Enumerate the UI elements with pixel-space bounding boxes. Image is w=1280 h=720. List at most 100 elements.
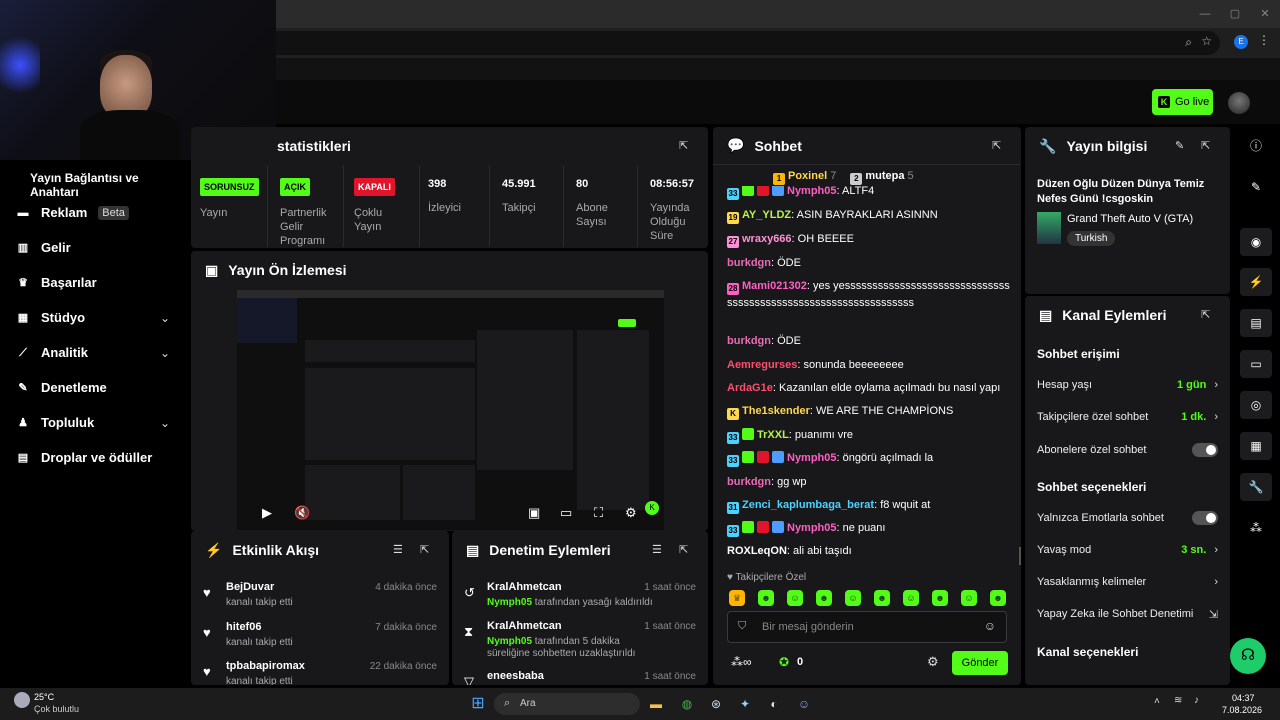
clock-date[interactable]: 7.08.2026 <box>1222 705 1262 715</box>
chat-username[interactable]: Nymph05 <box>787 186 837 197</box>
clock-time[interactable]: 04:37 <box>1232 693 1255 703</box>
popout-icon[interactable]: ⇱ <box>1201 139 1210 152</box>
layout-icon[interactable]: ▦ <box>1240 432 1272 460</box>
address-bar[interactable]: ⌕ ☆ <box>150 31 1220 55</box>
chat-username[interactable]: AY_YLDZ <box>742 209 791 221</box>
maximize-icon[interactable]: ▢ <box>1220 6 1250 22</box>
edit-pencil-icon[interactable]: ✎ <box>1175 139 1184 152</box>
emote-icon[interactable]: ☻ <box>932 590 948 606</box>
chat-input[interactable]: ⛉ Bir mesaj gönderin ☺ <box>727 611 1007 643</box>
emote-icon[interactable]: ☻ <box>874 590 890 606</box>
emote-icon[interactable]: ☻ <box>816 590 832 606</box>
volume-icon[interactable]: ♪ <box>1194 695 1199 706</box>
app-icon[interactable]: ✦ <box>734 693 756 715</box>
popout-icon[interactable]: ⇱ <box>992 139 1001 152</box>
toggle-switch[interactable] <box>1192 511 1218 525</box>
bookmark-star-icon[interactable]: ☆ <box>1201 34 1212 48</box>
chat-username[interactable]: burkdgn <box>727 476 771 488</box>
chat-username[interactable]: The1skender <box>742 405 810 417</box>
chat-username[interactable]: wraxy666 <box>742 233 792 245</box>
tag-chip[interactable]: Turkish <box>1067 231 1116 246</box>
sidebar-item-analitik[interactable]: ⟋ Analitik <box>16 345 88 360</box>
game-name[interactable]: Grand Theft Auto V (GTA) <box>1067 213 1193 225</box>
discord-icon[interactable]: ☺ <box>793 693 815 715</box>
chat-username[interactable]: burkdgn <box>727 335 771 347</box>
chat-username[interactable]: Zenci_kaplumbaga_berat <box>742 499 874 511</box>
chevron-down-icon[interactable]: ⌄ <box>160 346 170 360</box>
go-live-button[interactable]: K Go live <box>1152 89 1213 115</box>
close-icon[interactable]: ✕ <box>1250 6 1280 22</box>
popout-icon[interactable]: ⇱ <box>420 543 429 556</box>
profile-icon[interactable]: E <box>1234 35 1248 49</box>
emote-icon[interactable]: ☺ <box>903 590 919 606</box>
setting-row[interactable]: Takipçilere özel sohbet 1 dk. › <box>1037 407 1218 427</box>
info-icon[interactable]: ⓘ <box>1240 132 1272 160</box>
kick-badge-icon[interactable]: K <box>645 501 659 515</box>
emote-icon[interactable]: ☻ <box>758 590 774 606</box>
tray-chevron-icon[interactable]: ˄ <box>1154 696 1160 707</box>
mute-icon[interactable]: 🔇 <box>294 505 310 521</box>
fullscreen-icon[interactable]: ⛶ <box>594 505 603 521</box>
weather-temp[interactable]: 25°C <box>34 692 54 702</box>
weather-text[interactable]: Çok bulutlu <box>34 704 79 714</box>
minimize-icon[interactable]: — <box>1190 6 1220 22</box>
theater-icon[interactable]: ▭ <box>560 505 572 521</box>
wrench-icon[interactable]: 🔧 <box>1240 473 1272 501</box>
wifi-icon[interactable]: ≋ <box>1174 695 1182 706</box>
sidebar-item-droplar[interactable]: ▤ Droplar ve ödüller <box>16 450 152 465</box>
emote-icon[interactable]: ☻ <box>990 590 1006 606</box>
popout-icon[interactable]: ⇱ <box>679 543 688 556</box>
filter-icon[interactable]: ☰ <box>652 543 662 556</box>
points-icon[interactable]: ⁂∞ <box>731 655 752 669</box>
support-headset-icon[interactable]: ☊ <box>1230 638 1266 674</box>
bolt-icon[interactable]: ⚡ <box>1240 268 1272 296</box>
chat-bubble-icon[interactable]: ▭ <box>1240 350 1272 378</box>
emote-icon[interactable]: ☺ <box>845 590 861 606</box>
sidebar-item-basarilar[interactable]: ♛ Başarılar <box>16 275 97 290</box>
toggle-switch[interactable] <box>1192 443 1218 457</box>
obs-icon[interactable]: ◐ <box>763 693 785 715</box>
sidebar-item-topluluk[interactable]: ♟ Topluluk <box>16 415 94 430</box>
points-icon[interactable]: ⁂ <box>1240 514 1272 542</box>
sidebar-item-denetleme[interactable]: ✎ Denetleme <box>16 380 106 395</box>
setting-row[interactable]: Yalnızca Emotlarla sohbet <box>1037 508 1218 528</box>
camera-icon[interactable]: ◉ <box>1240 228 1272 256</box>
play-icon[interactable]: ▶ <box>262 505 272 521</box>
emote-icon[interactable]: ♛ <box>729 590 745 606</box>
chat-settings-icon[interactable]: ⚙ <box>927 654 939 670</box>
chat-username[interactable]: Mami021302 <box>742 280 807 292</box>
chat-username[interactable]: TrXXL <box>757 429 789 441</box>
file-explorer-icon[interactable]: ▬ <box>645 693 667 715</box>
chat-username[interactable]: ROXLeqON <box>727 545 787 557</box>
document-icon[interactable]: ▤ <box>1240 309 1272 337</box>
sidebar-item-gelir[interactable]: ▥ Gelir <box>16 240 71 255</box>
sidebar-item-studyo[interactable]: ▦ Stüdyo <box>16 310 85 325</box>
pip-icon[interactable]: ▣ <box>528 505 540 521</box>
chrome-icon[interactable]: ◍ <box>676 693 698 715</box>
setting-row[interactable]: Hesap yaşı 1 gün › <box>1037 375 1218 395</box>
popout-icon[interactable]: ⇱ <box>679 139 688 152</box>
emoji-icon[interactable]: ☺ <box>984 619 996 633</box>
chevron-down-icon[interactable]: ⌄ <box>160 416 170 430</box>
chat-scrollbar[interactable] <box>1019 547 1021 565</box>
popout-icon[interactable]: ⇱ <box>1201 308 1210 321</box>
edit-pencil-icon[interactable]: ✎ <box>1240 173 1272 201</box>
filter-icon[interactable]: ☰ <box>393 543 403 556</box>
send-button[interactable]: Gönder <box>952 651 1008 675</box>
setting-row[interactable]: Yapay Zeka ile Sohbet Denetimi ⇲ <box>1037 604 1218 624</box>
chat-username[interactable]: Nymph05 <box>787 522 837 534</box>
sidebar-title[interactable]: Yayın Bağlantısı ve Anahtarı <box>30 171 190 199</box>
avatar[interactable] <box>1228 92 1250 114</box>
broadcast-icon[interactable]: ◎ <box>1240 391 1272 419</box>
chat-username[interactable]: burkdgn <box>727 257 771 269</box>
emote-icon[interactable]: ☺ <box>787 590 803 606</box>
setting-row[interactable]: Abonelere özel sohbet <box>1037 440 1218 460</box>
emote-icon[interactable]: ☺ <box>961 590 977 606</box>
stream-preview-video[interactable] <box>237 290 664 530</box>
taskbar-search[interactable]: ⌕ Ara <box>494 693 640 715</box>
chat-username[interactable]: ArdaG1e <box>727 382 773 394</box>
chat-username[interactable]: Aemregurses <box>727 359 797 371</box>
setting-row[interactable]: Yasaklanmış kelimeler › <box>1037 572 1218 592</box>
sidebar-item-reklam[interactable]: ▬ Reklam Beta <box>16 205 129 220</box>
chevron-down-icon[interactable]: ⌄ <box>160 311 170 325</box>
